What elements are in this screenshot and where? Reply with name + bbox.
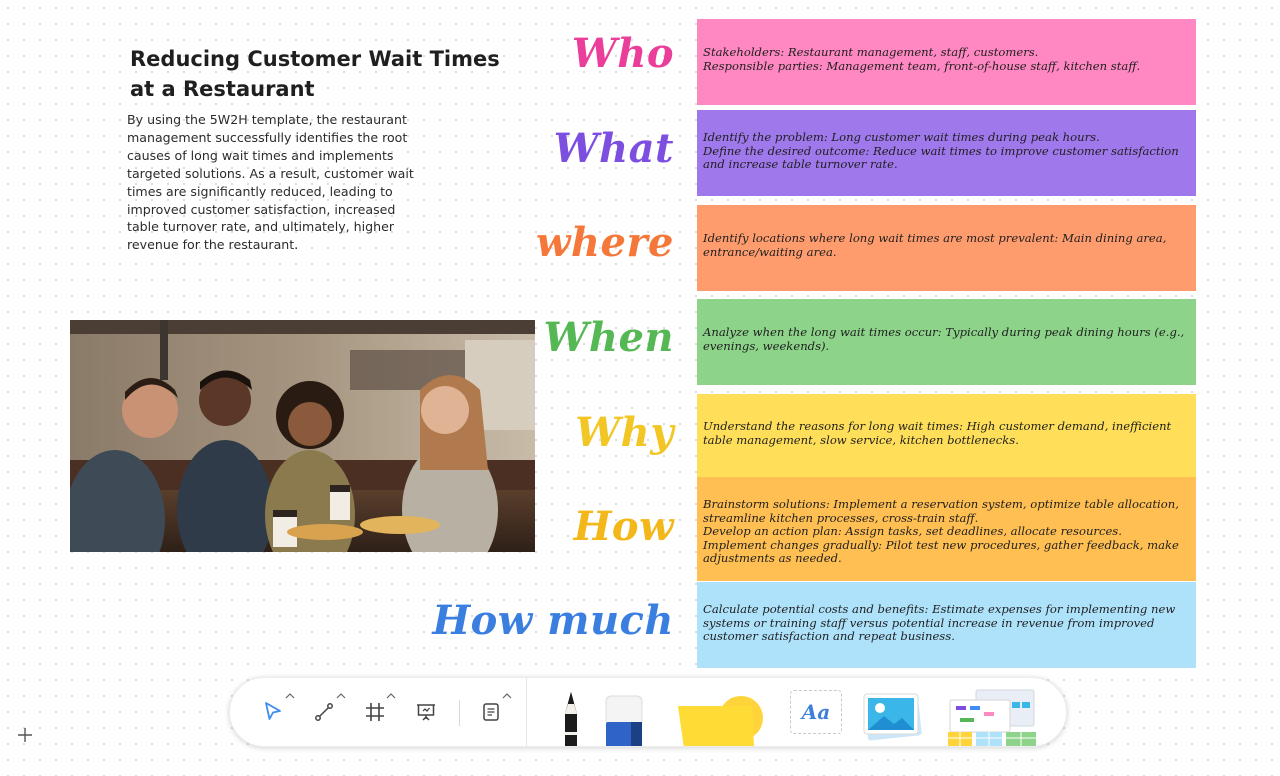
note-how[interactable]: Brainstorm solutions: Implement a reserv…	[697, 477, 1196, 581]
restaurant-friends-photo-icon	[70, 320, 535, 552]
cursor-arrow-icon	[265, 702, 281, 720]
select-tool-button[interactable]	[258, 697, 288, 727]
connector-tool-button[interactable]	[309, 697, 339, 727]
doc-tool-button[interactable]	[476, 697, 506, 727]
note-what[interactable]: Identify the problem: Long customer wait…	[697, 110, 1196, 196]
frame-hash-icon	[366, 703, 384, 721]
note-line: Identify the problem: Long customer wait…	[703, 130, 1100, 144]
frame-tool-button[interactable]	[360, 697, 390, 727]
chevron-up-icon[interactable]	[502, 692, 512, 700]
toolbar-divider	[459, 700, 460, 726]
label-how: How	[573, 503, 674, 550]
presentation-board-icon	[417, 704, 435, 721]
eraser-icon[interactable]	[602, 694, 646, 747]
chevron-up-icon[interactable]	[336, 692, 346, 700]
image-icon[interactable]	[860, 690, 924, 742]
note-line: Responsible parties: Management team, fr…	[703, 58, 1141, 73]
note-line: Calculate potential costs and benefits: …	[703, 602, 1176, 644]
note-line: Analyze when the long wait times occur: …	[703, 325, 1185, 353]
note-line: Develop an action plan: Assign tasks, se…	[703, 524, 1122, 539]
label-why: Why	[575, 409, 674, 456]
note-line: Define the desired outcome: Reduce wait …	[703, 143, 1179, 172]
pen-icon[interactable]	[558, 690, 584, 747]
page-title: Reducing Customer Wait Times at a Restau…	[130, 47, 500, 101]
label-what: What	[553, 125, 674, 172]
present-tool-button[interactable]	[411, 697, 441, 727]
restaurant-photo[interactable]	[70, 320, 535, 552]
connector-line-icon	[315, 703, 333, 721]
shapes-icon[interactable]	[674, 692, 770, 747]
document-icon	[483, 703, 499, 721]
text-tool-button[interactable]: Aa	[790, 690, 842, 734]
note-who[interactable]: Stakeholders: Restaurant management, sta…	[697, 19, 1196, 105]
note-line: Understand the reasons for long wait tim…	[703, 419, 1172, 447]
note-where[interactable]: Identify locations where long wait times…	[697, 205, 1196, 291]
label-where: where	[536, 219, 674, 266]
toolbar-separator	[526, 678, 527, 746]
note-line: Stakeholders: Restaurant management, sta…	[703, 45, 1039, 59]
note-line: Implement changes gradually: Pilot test …	[703, 537, 1179, 566]
note-line: Identify locations where long wait times…	[703, 231, 1167, 259]
label-how-much: How much	[432, 597, 674, 644]
note-how-much[interactable]: Calculate potential costs and benefits: …	[697, 582, 1196, 668]
add-icon[interactable]	[16, 726, 34, 744]
templates-icon[interactable]	[946, 688, 1042, 747]
chevron-up-icon[interactable]	[285, 692, 295, 700]
note-when[interactable]: Analyze when the long wait times occur: …	[697, 299, 1196, 385]
note-line: Brainstorm solutions: Implement a reserv…	[703, 497, 1179, 525]
bottom-toolbar: Aa	[229, 677, 1067, 747]
label-who: Who	[571, 30, 674, 77]
note-why[interactable]: Understand the reasons for long wait tim…	[697, 394, 1196, 478]
description-text: By using the 5W2H template, the restaura…	[127, 112, 414, 253]
chevron-up-icon[interactable]	[386, 692, 396, 700]
label-when: When	[543, 314, 674, 361]
